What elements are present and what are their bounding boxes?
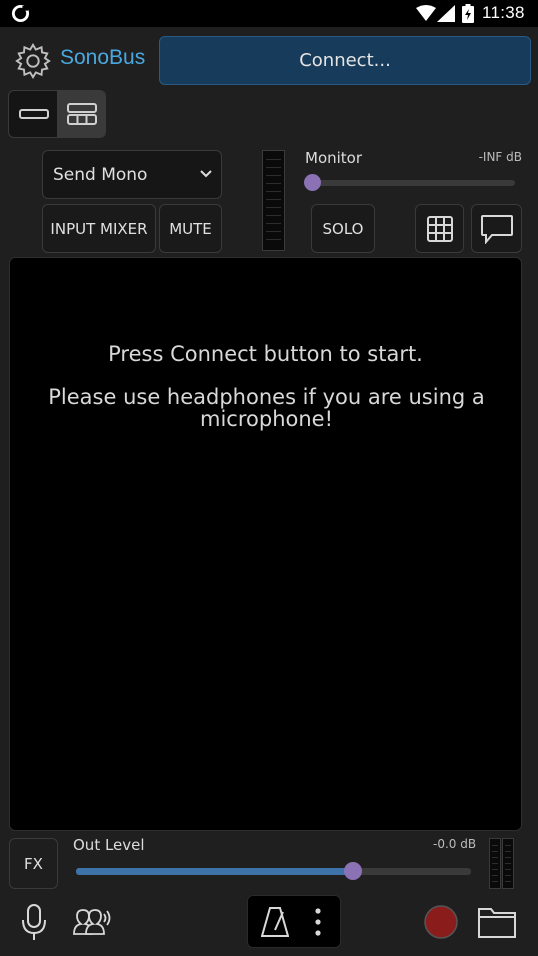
send-mode-value: Send Mono: [53, 164, 148, 185]
peers-icon[interactable]: [72, 905, 112, 937]
output-meter-right: [502, 838, 514, 889]
grid-rows-view-button[interactable]: [57, 91, 105, 137]
metronome-icon[interactable]: [261, 906, 289, 938]
monitor-slider-track[interactable]: [312, 180, 515, 186]
headphones-hint: Please use headphones if you are using a…: [48, 385, 485, 431]
connect-hint: Press Connect button to start.: [108, 342, 423, 366]
connect-button[interactable]: Connect...: [159, 36, 531, 85]
single-row-view-button[interactable]: [9, 91, 58, 137]
out-level-slider-thumb[interactable]: [343, 862, 362, 880]
out-level-slider-fill: [76, 868, 353, 875]
mute-button[interactable]: MUTE: [159, 204, 222, 253]
battery-icon: [462, 4, 474, 23]
input-mixer-button[interactable]: INPUT MIXER: [42, 204, 156, 253]
view-toggle: [8, 90, 106, 138]
monitor-slider-thumb[interactable]: [304, 174, 321, 191]
out-level-slider-track[interactable]: [76, 868, 471, 875]
signal-icon: [437, 5, 455, 22]
input-level-meter: [262, 150, 285, 251]
fx-button[interactable]: FX: [9, 838, 58, 889]
metronome-group: [247, 895, 341, 948]
chevron-down-icon: [200, 170, 212, 178]
status-bar: 11:38: [0, 0, 538, 27]
chat-icon: [480, 214, 513, 244]
chat-button[interactable]: [471, 204, 522, 253]
grid-icon: [426, 215, 453, 242]
notification-icon: [11, 4, 30, 23]
clock: 11:38: [482, 3, 525, 22]
gear-icon[interactable]: [14, 42, 52, 80]
more-vertical-icon[interactable]: [314, 907, 322, 937]
monitor-level-readout: -INF dB: [478, 150, 522, 164]
app-name: SonoBus: [60, 46, 146, 69]
monitor-label: Monitor: [305, 149, 363, 167]
microphone-icon[interactable]: [20, 903, 48, 941]
send-mode-dropdown[interactable]: Send Mono: [42, 150, 222, 199]
layout-grid-button[interactable]: [415, 204, 464, 253]
folder-icon[interactable]: [477, 905, 517, 939]
out-level-label: Out Level: [73, 836, 145, 854]
solo-button[interactable]: SOLO: [311, 204, 375, 253]
peers-panel: Press Connect button to start. Please us…: [9, 257, 522, 831]
grid-rows-icon: [66, 103, 97, 125]
record-icon[interactable]: [423, 904, 459, 940]
wifi-icon: [416, 5, 436, 21]
single-row-icon: [18, 109, 49, 119]
output-meter-left: [489, 838, 501, 889]
out-level-readout: -0.0 dB: [433, 837, 477, 851]
